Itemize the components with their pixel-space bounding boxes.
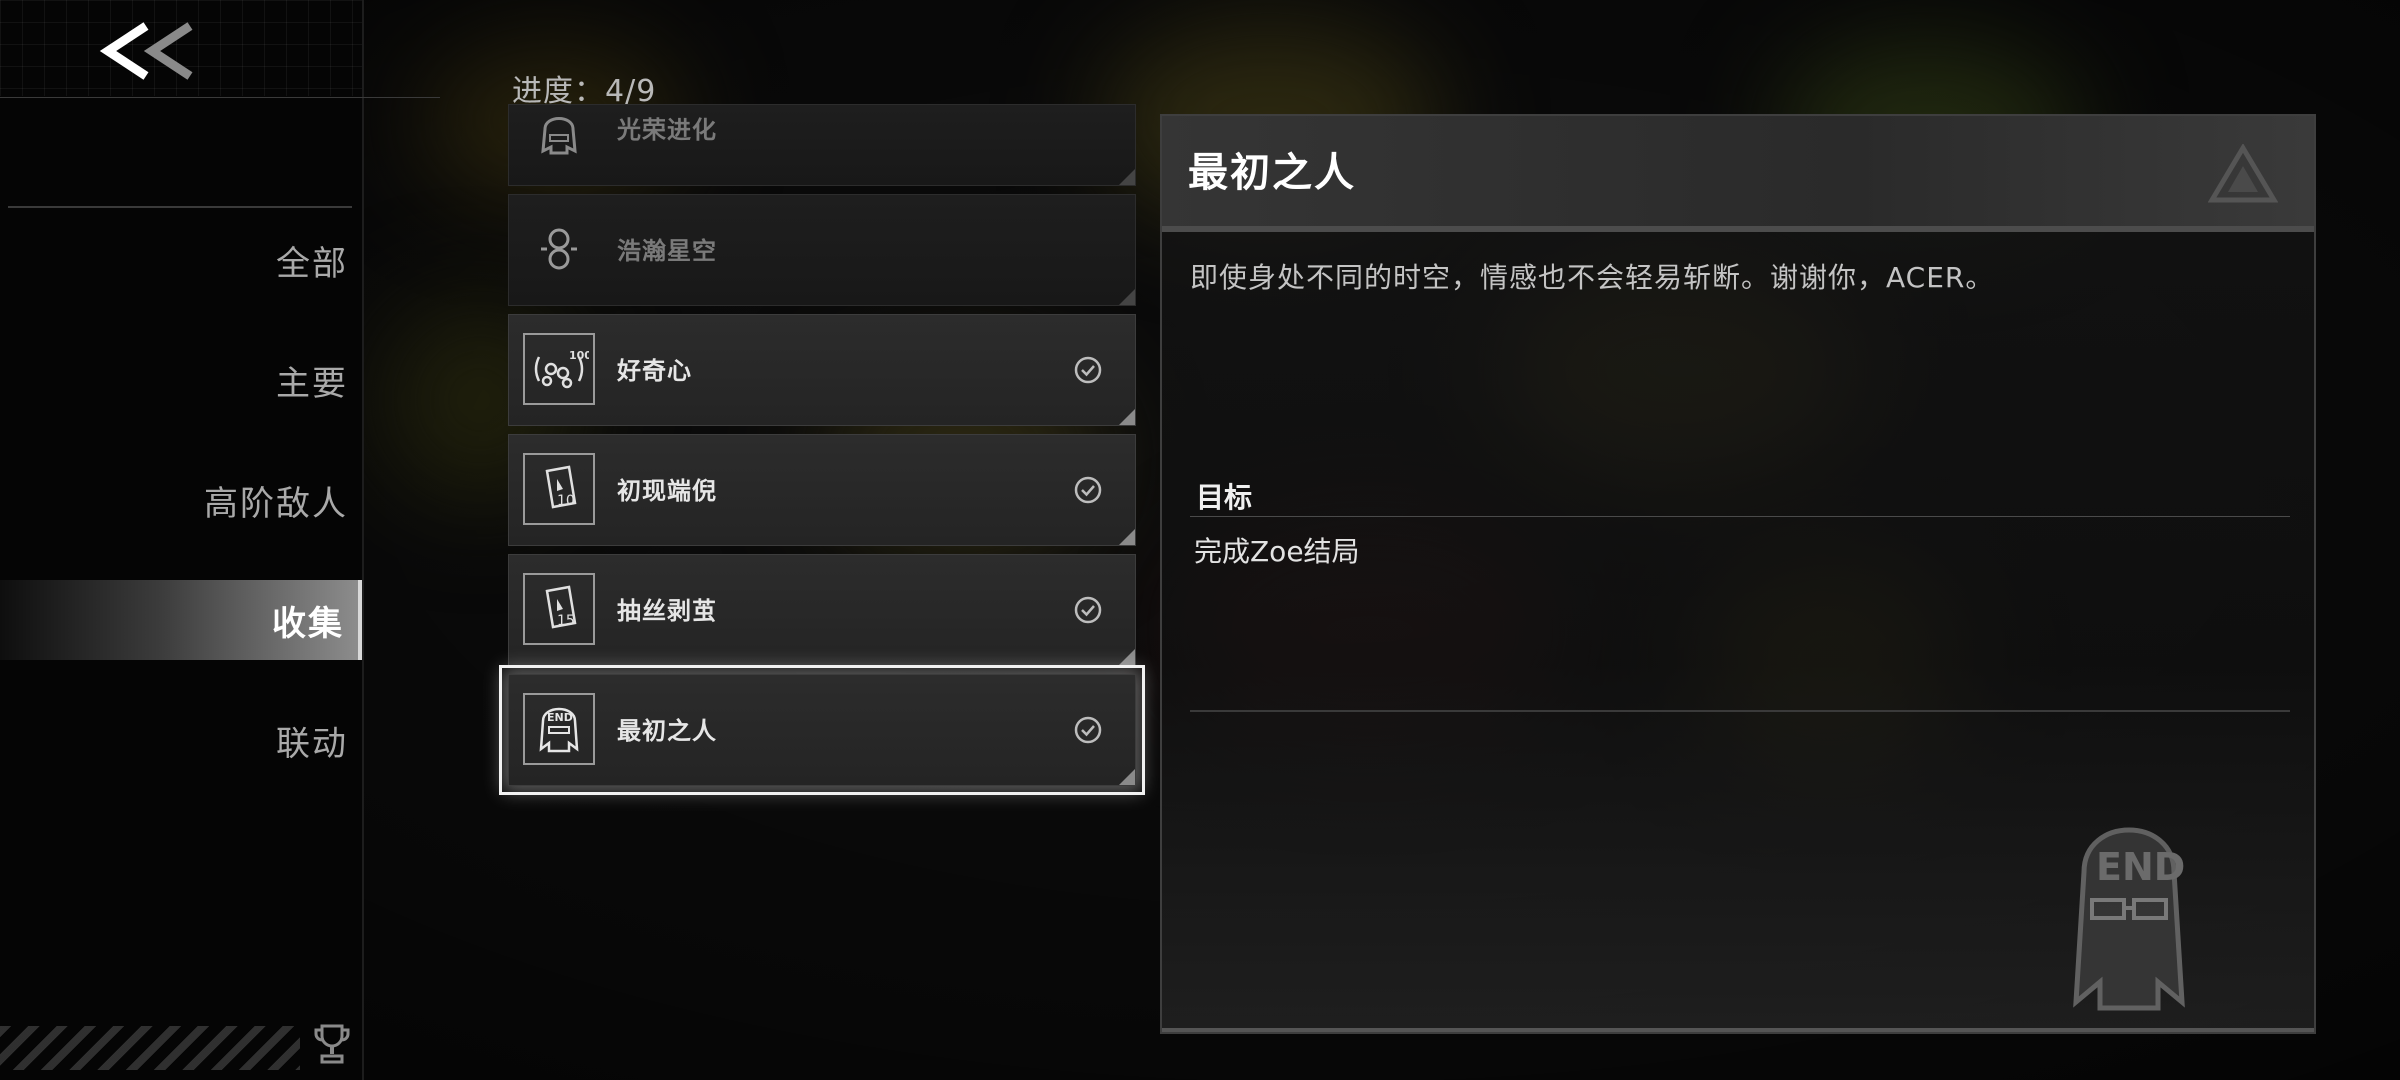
svg-text:10: 10 xyxy=(557,493,575,509)
achievement-card-selected[interactable]: END 最初之人 xyxy=(499,665,1145,795)
end-portrait-icon: END xyxy=(2073,827,2185,1011)
check-circle-icon xyxy=(1074,716,1102,744)
nav-item-all[interactable]: 全部 xyxy=(0,220,362,300)
trophy-icon[interactable] xyxy=(312,1022,352,1066)
check-circle-icon xyxy=(1074,596,1102,624)
achievement-name: 浩瀚星空 xyxy=(617,237,717,265)
achievement-name: 初现端倪 xyxy=(617,477,717,505)
achievement-name: 好奇心 xyxy=(617,357,692,385)
goal-value: 完成Zoe结局 xyxy=(1194,535,1360,568)
detail-description: 即使身处不同的时空，情感也不会轻易斩断。谢谢你，ACER。 xyxy=(1190,261,1995,294)
goal-divider xyxy=(1190,516,2290,517)
link-symbol-icon xyxy=(523,213,595,285)
achievement-name: 最初之人 xyxy=(617,717,717,745)
sidebar: 全部 主要 高阶敌人 收集 联动 xyxy=(0,0,440,1080)
nav-divider xyxy=(8,206,352,208)
svg-text:END: END xyxy=(2096,845,2185,889)
check-circle-icon xyxy=(1074,356,1102,384)
nav-item-collection[interactable]: 收集 xyxy=(0,580,362,660)
card-10-icon: 10 xyxy=(523,453,595,525)
nav-item-collab[interactable]: 联动 xyxy=(0,700,362,780)
section-divider xyxy=(1190,710,2290,712)
back-button[interactable] xyxy=(96,16,206,86)
achievement-card[interactable]: 15 抽丝剥茧 xyxy=(508,554,1136,666)
check-circle-icon xyxy=(1074,476,1102,504)
achievement-name: 光荣进化 xyxy=(617,116,717,144)
svg-text:END: END xyxy=(547,711,573,724)
achievement-card[interactable]: 10 初现端倪 xyxy=(508,434,1136,546)
achievement-name: 抽丝剥茧 xyxy=(617,597,717,625)
achievement-detail-panel: 最初之人 即使身处不同的时空，情感也不会轻易斩断。谢谢你，ACER。 目标 完成… xyxy=(1160,114,2316,1034)
nav-item-elite-enemies[interactable]: 高阶敌人 xyxy=(0,460,362,540)
double-chevron-left-icon xyxy=(99,22,193,80)
achievement-card[interactable]: 光荣进化 xyxy=(508,104,1136,186)
end-portrait-icon: END xyxy=(523,693,595,765)
detail-title: 最初之人 xyxy=(1188,150,1356,196)
panel-bottom-edge xyxy=(1162,1028,2314,1032)
game-logo-icon xyxy=(2208,144,2278,203)
hatch-decoration xyxy=(0,1026,300,1070)
header-divider xyxy=(0,97,440,98)
card-15-icon: 15 xyxy=(523,573,595,645)
svg-text:15: 15 xyxy=(557,613,575,629)
achievement-card[interactable]: 浩瀚星空 xyxy=(508,194,1136,306)
nav-item-main[interactable]: 主要 xyxy=(0,340,362,420)
detail-header: 最初之人 xyxy=(1162,116,2314,232)
achievement-card[interactable]: 100 好奇心 xyxy=(508,314,1136,426)
svg-text:100: 100 xyxy=(569,349,589,362)
goal-label: 目标 xyxy=(1196,481,1253,514)
curiosity-100-icon: 100 xyxy=(523,333,595,405)
end-portrait-icon xyxy=(523,107,595,167)
